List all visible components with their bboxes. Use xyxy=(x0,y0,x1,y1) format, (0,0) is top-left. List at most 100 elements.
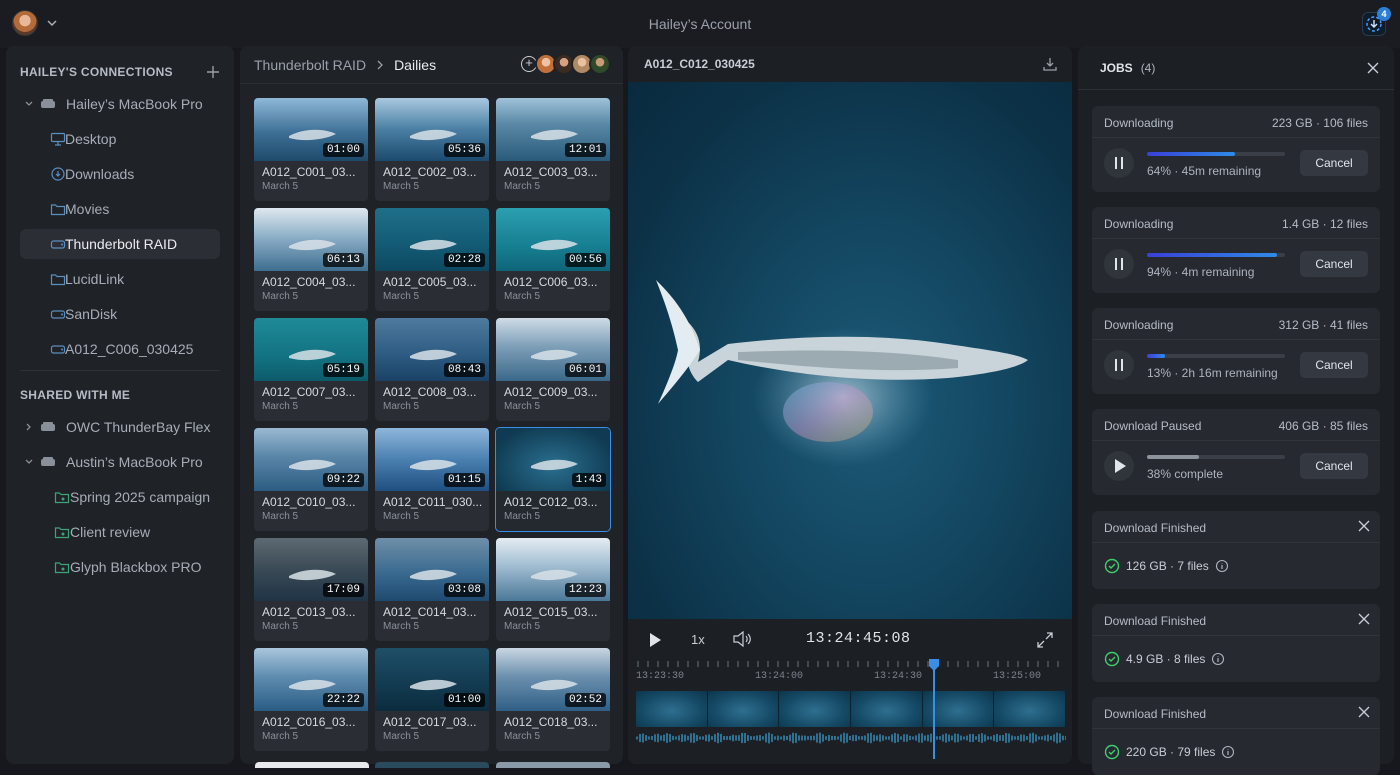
chevron-down-icon[interactable] xyxy=(24,99,34,109)
folder-icon xyxy=(50,274,66,286)
cancel-button[interactable]: Cancel xyxy=(1300,453,1368,479)
clip-card[interactable]: 06:13 A012_C004_03... March 5 xyxy=(254,208,368,311)
clip-date: March 5 xyxy=(383,181,420,192)
sidebar-item-thunderbolt-raid[interactable]: Thunderbolt RAID xyxy=(20,229,220,259)
info-icon[interactable] xyxy=(1215,559,1229,573)
sidebar-item-spring-campaign[interactable]: Spring 2025 campaign xyxy=(20,482,220,512)
clip-card[interactable]: 05:36 A012_C002_03... March 5 xyxy=(375,98,489,201)
job-status: Download Finished xyxy=(1104,521,1207,535)
clip-card[interactable]: 12:01 A012_C003_03... March 5 xyxy=(496,98,610,201)
clip-card[interactable]: 02:28 A012_C005_03... March 5 xyxy=(375,208,489,311)
filmstrip-frame xyxy=(636,691,708,727)
clip-thumbnail: 06:01 xyxy=(496,318,610,381)
close-icon[interactable] xyxy=(1366,61,1380,75)
clip-card[interactable]: 1:43 A012_C012_03... March 5 xyxy=(495,427,611,532)
video-frame[interactable] xyxy=(628,82,1072,619)
clip-card[interactable]: 01:00 A012_C017_03... March 5 xyxy=(375,648,489,751)
cancel-button[interactable]: Cancel xyxy=(1300,150,1368,176)
pause-button[interactable] xyxy=(1104,350,1134,380)
clip-card[interactable]: 01:15 A012_C011_030... March 5 xyxy=(375,428,489,531)
dismiss-icon[interactable] xyxy=(1358,520,1370,532)
sidebar-item-label: Desktop xyxy=(65,131,117,147)
clip-duration: 08:43 xyxy=(443,363,485,377)
clip-name: A012_C015_03... xyxy=(504,605,598,619)
divider xyxy=(1092,137,1380,138)
clip-thumbnail: 01:00 xyxy=(254,98,368,161)
clip-card[interactable]: 08:43 A012_C008_03... March 5 xyxy=(375,318,489,421)
clip-card[interactable]: 06:01 A012_C009_03... March 5 xyxy=(496,318,610,421)
clip-name: A012_C017_03... xyxy=(383,715,477,729)
job-size: 312 GB · 41 files xyxy=(1278,318,1368,332)
sidebar-item-austin-macbook[interactable]: Austin’s MacBook Pro xyxy=(20,447,220,477)
clip-card[interactable]: 12:23 A012_C015_03... March 5 xyxy=(496,538,610,641)
clip-duration: 01:00 xyxy=(322,143,364,157)
clip-thumbnail: 03:08 xyxy=(375,538,489,601)
sidebar-item-movies[interactable]: Movies xyxy=(20,194,220,224)
breadcrumb: Thunderbolt RAID Dailies + xyxy=(240,46,623,84)
resume-button[interactable] xyxy=(1104,451,1134,481)
clip-thumbnail: 1:43 xyxy=(496,428,610,491)
cancel-button[interactable]: Cancel xyxy=(1300,352,1368,378)
clip-thumbnail: 05:36 xyxy=(375,98,489,161)
clip-card[interactable]: 09:22 A012_C010_03... March 5 xyxy=(254,428,368,531)
chevron-right-icon[interactable] xyxy=(24,422,34,432)
playback-speed-button[interactable]: 1x xyxy=(691,632,705,647)
connections-section-header: HAILEY'S CONNECTIONS xyxy=(6,62,234,82)
pause-button[interactable] xyxy=(1104,148,1134,178)
clip-duration: 00:56 xyxy=(564,253,606,267)
check-circle-icon xyxy=(1104,651,1120,667)
pause-button[interactable] xyxy=(1104,249,1134,279)
sidebar-item-downloads[interactable]: Downloads xyxy=(20,159,220,189)
sidebar-item-glyph[interactable]: Glyph Blackbox PRO xyxy=(20,552,220,582)
external-drive-icon xyxy=(50,240,66,249)
sidebar-item-owc[interactable]: OWC ThunderBay Flex xyxy=(20,412,220,442)
audio-waveform xyxy=(636,732,1066,744)
breadcrumb-root[interactable]: Thunderbolt RAID xyxy=(254,57,366,73)
timeline[interactable]: 13:23:30 13:24:00 13:24:30 13:25:00 xyxy=(636,659,1067,759)
job-summary: 220 GB · 79 files xyxy=(1104,744,1235,760)
volume-icon[interactable] xyxy=(732,631,752,647)
clip-name: A012_C018_03... xyxy=(504,715,598,729)
job-summary: 126 GB · 7 files xyxy=(1104,558,1229,574)
playhead[interactable] xyxy=(928,659,939,759)
job-status: Downloading xyxy=(1104,318,1174,332)
cancel-button[interactable]: Cancel xyxy=(1300,251,1368,277)
clip-card[interactable]: 17:09 A012_C013_03... March 5 xyxy=(254,538,368,641)
sidebar-item-label: Client review xyxy=(70,524,151,540)
shared-folder-icon xyxy=(54,562,70,574)
play-icon[interactable] xyxy=(648,632,662,648)
sidebar-item-label: Downloads xyxy=(65,166,135,182)
sidebar-item-desktop[interactable]: Desktop xyxy=(20,124,220,154)
check-circle-icon xyxy=(1104,744,1120,760)
clip-card[interactable]: 01:00 A012_C001_03... March 5 xyxy=(254,98,368,201)
jobs-header: JOBS (4) xyxy=(1078,46,1394,90)
clip-card-partial xyxy=(496,762,610,768)
downloads-button[interactable]: 4 xyxy=(1362,7,1391,36)
clip-name: A012_C003_03... xyxy=(504,165,598,179)
dismiss-icon[interactable] xyxy=(1358,706,1370,718)
sidebar-item-macbook[interactable]: Hailey’s MacBook Pro xyxy=(20,89,220,119)
fullscreen-icon[interactable] xyxy=(1036,631,1054,649)
drive-icon xyxy=(41,99,55,108)
title-bar: Hailey’s Account 4 xyxy=(0,0,1400,48)
add-connection-icon[interactable] xyxy=(206,65,220,79)
clip-name: A012_C010_03... xyxy=(262,495,356,509)
chevron-down-icon[interactable] xyxy=(24,457,34,467)
dismiss-icon[interactable] xyxy=(1358,613,1370,625)
clip-card[interactable]: 02:52 A012_C018_03... March 5 xyxy=(496,648,610,751)
sidebar-item-a012[interactable]: A012_C006_030425 xyxy=(20,334,220,364)
clip-card[interactable]: 22:22 A012_C016_03... March 5 xyxy=(254,648,368,751)
download-icon[interactable] xyxy=(1042,56,1058,72)
clip-card[interactable]: 00:56 A012_C006_03... March 5 xyxy=(496,208,610,311)
info-icon[interactable] xyxy=(1211,652,1225,666)
clip-card[interactable]: 03:08 A012_C014_03... March 5 xyxy=(375,538,489,641)
sidebar-item-sandisk[interactable]: SanDisk xyxy=(20,299,220,329)
filmstrip xyxy=(636,691,1067,727)
sidebar-item-client-review[interactable]: Client review xyxy=(20,517,220,547)
clip-duration: 05:36 xyxy=(443,143,485,157)
clip-card[interactable]: 05:19 A012_C007_03... March 5 xyxy=(254,318,368,421)
sidebar-item-lucidlink[interactable]: LucidLink xyxy=(20,264,220,294)
info-icon[interactable] xyxy=(1221,745,1235,759)
avatar[interactable] xyxy=(589,53,611,75)
clip-duration: 06:01 xyxy=(564,363,606,377)
